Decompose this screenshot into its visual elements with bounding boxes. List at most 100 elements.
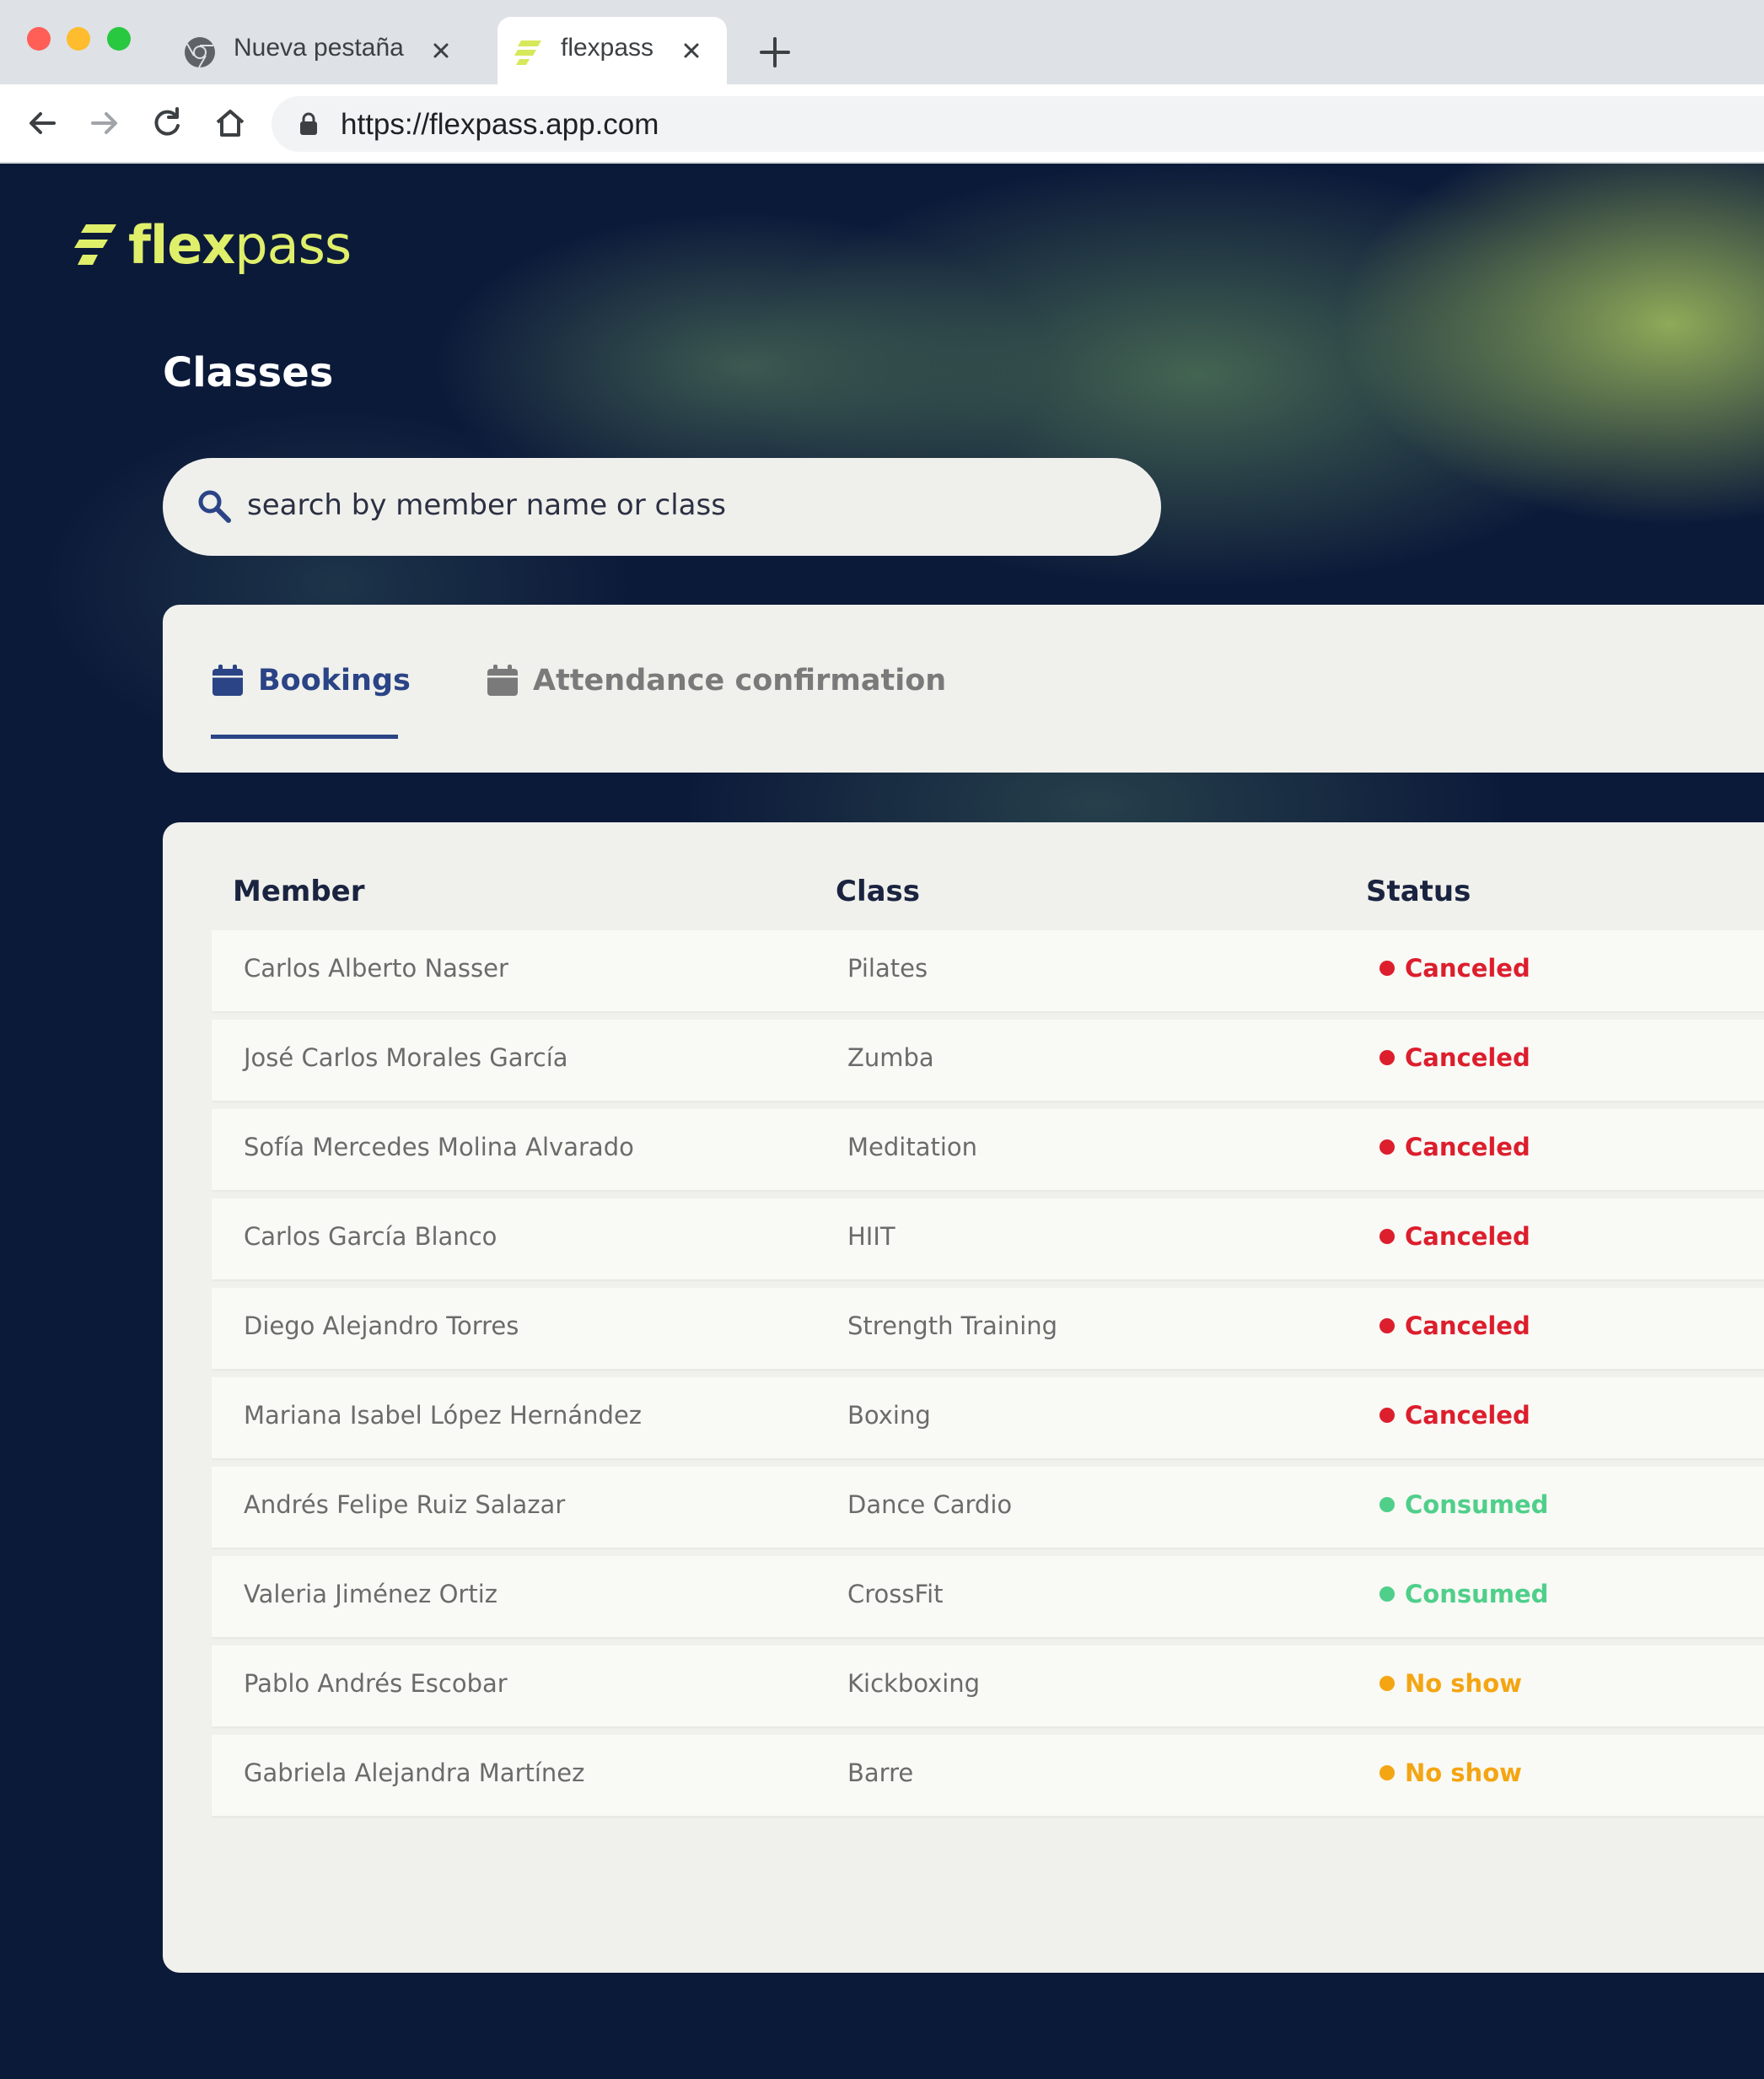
- class-name: Meditation: [847, 1133, 978, 1161]
- status-dot-icon: [1379, 1586, 1395, 1602]
- status-dot-icon: [1379, 1765, 1395, 1780]
- column-header-class[interactable]: Class: [836, 875, 920, 908]
- status-label: Canceled: [1405, 1401, 1530, 1430]
- tab-label: Bookings: [258, 664, 411, 697]
- column-header-member[interactable]: Member: [233, 875, 365, 908]
- address-bar[interactable]: https://flexpass.app.com: [272, 96, 1764, 152]
- browser-tab-new-tab[interactable]: Nueva pestaña: [164, 17, 464, 84]
- maximize-window-button[interactable]: [107, 27, 131, 51]
- status-dot-icon: [1379, 1229, 1395, 1244]
- status-badge: No show: [1379, 1669, 1522, 1698]
- logo-word-regular: pass: [234, 214, 352, 276]
- search-placeholder: search by member name or class: [247, 488, 726, 522]
- column-header-status[interactable]: Status: [1366, 875, 1471, 908]
- tab-attendance-confirmation[interactable]: Attendance confirmation: [486, 655, 946, 706]
- status-badge: Canceled: [1379, 1133, 1530, 1161]
- calendar-icon: [212, 665, 243, 696]
- table-row[interactable]: Andrés Felipe Ruiz Salazar Dance Cardio Co…: [212, 1467, 1764, 1548]
- member-name: Carlos Alberto Nasser: [244, 954, 508, 983]
- forward-arrow-icon[interactable]: [84, 103, 125, 143]
- back-arrow-icon[interactable]: [22, 103, 62, 143]
- status-badge: Canceled: [1379, 1401, 1530, 1430]
- member-name: Valeria Jiménez Ortiz: [244, 1580, 497, 1608]
- status-label: Canceled: [1405, 1133, 1530, 1161]
- url-text: https://flexpass.app.com: [341, 108, 659, 141]
- table-row[interactable]: Gabriela Alejandra Martínez Barre No show: [212, 1735, 1764, 1816]
- member-name: Pablo Andrés Escobar: [244, 1669, 508, 1698]
- browser-tab-flexpass[interactable]: flexpass: [497, 17, 727, 84]
- member-name: Carlos García Blanco: [244, 1222, 497, 1251]
- page-title: Classes: [163, 349, 334, 396]
- class-name: Barre: [847, 1759, 914, 1787]
- logo-word-bold: flex: [128, 214, 235, 276]
- member-name: José Carlos Morales García: [244, 1043, 568, 1072]
- class-name: CrossFit: [847, 1580, 944, 1608]
- flexpass-logo-icon: [74, 224, 116, 265]
- close-window-button[interactable]: [27, 27, 51, 51]
- tab-title: flexpass: [561, 34, 654, 62]
- status-badge: No show: [1379, 1759, 1522, 1787]
- table-body: Carlos Alberto Nasser Pilates Canceled José…: [212, 930, 1764, 1824]
- chrome-icon: [185, 37, 215, 68]
- status-label: No show: [1405, 1759, 1522, 1787]
- status-label: Canceled: [1405, 1222, 1530, 1251]
- browser-tab-bar: Nueva pestaña flexpass: [0, 0, 1764, 84]
- tab-label: Attendance confirmation: [533, 664, 947, 697]
- status-label: No show: [1405, 1669, 1522, 1698]
- status-badge: Canceled: [1379, 954, 1530, 983]
- table-row[interactable]: José Carlos Morales García Zumba Canceled: [212, 1020, 1764, 1101]
- class-name: Kickboxing: [847, 1669, 981, 1698]
- status-label: Consumed: [1405, 1490, 1549, 1519]
- status-dot-icon: [1379, 1050, 1395, 1065]
- status-label: Canceled: [1405, 954, 1530, 983]
- class-name: HIIT: [847, 1222, 895, 1251]
- member-name: Mariana Isabel López Hernández: [244, 1401, 643, 1430]
- tab-bookings[interactable]: Bookings: [211, 655, 411, 706]
- status-dot-icon: [1379, 1676, 1395, 1691]
- flexpass-logo[interactable]: flexpass: [74, 216, 352, 275]
- status-badge: Consumed: [1379, 1490, 1548, 1519]
- table-row[interactable]: Carlos García Blanco HIIT Canceled: [212, 1198, 1764, 1279]
- table-row[interactable]: Carlos Alberto Nasser Pilates Canceled: [212, 930, 1764, 1011]
- status-dot-icon: [1379, 1318, 1395, 1333]
- home-icon[interactable]: [210, 103, 250, 143]
- flexpass-favicon-icon: [514, 40, 541, 65]
- member-name: Andrés Felipe Ruiz Salazar: [244, 1490, 566, 1519]
- logo-wordmark: flexpass: [128, 219, 352, 272]
- table-row[interactable]: Sofía Mercedes Molina Alvarado Meditation…: [212, 1109, 1764, 1190]
- status-badge: Canceled: [1379, 1311, 1530, 1340]
- table-row[interactable]: Diego Alejandro Torres Strength Training C…: [212, 1288, 1764, 1369]
- search-icon: [198, 490, 231, 523]
- search-input[interactable]: search by member name or class: [163, 458, 1161, 556]
- lock-icon: [300, 112, 317, 135]
- table-row[interactable]: Valeria Jiménez Ortiz CrossFit Consumed: [212, 1556, 1764, 1637]
- status-dot-icon: [1379, 1139, 1395, 1155]
- new-tab-plus-icon[interactable]: [755, 32, 795, 73]
- active-tab-indicator: [211, 735, 398, 739]
- member-name: Diego Alejandro Torres: [244, 1311, 519, 1340]
- close-tab-icon[interactable]: [426, 35, 456, 66]
- status-label: Canceled: [1405, 1043, 1530, 1072]
- class-name: Pilates: [847, 954, 928, 983]
- status-dot-icon: [1379, 961, 1395, 976]
- tab-title: Nueva pestaña: [234, 34, 404, 62]
- class-name: Dance Cardio: [847, 1490, 1013, 1519]
- status-badge: Consumed: [1379, 1580, 1548, 1608]
- status-badge: Canceled: [1379, 1043, 1530, 1072]
- minimize-window-button[interactable]: [67, 27, 90, 51]
- page-content: flexpass Classes search by member name o…: [0, 164, 1764, 2079]
- status-dot-icon: [1379, 1497, 1395, 1512]
- member-name: Sofía Mercedes Molina Alvarado: [244, 1133, 634, 1161]
- status-dot-icon: [1379, 1408, 1395, 1423]
- table-row[interactable]: Pablo Andrés Escobar Kickboxing No show: [212, 1645, 1764, 1726]
- status-badge: Canceled: [1379, 1222, 1530, 1251]
- table-row[interactable]: Mariana Isabel López Hernández Boxing Canc…: [212, 1377, 1764, 1458]
- bookings-table: Member Class Status Carlos Alberto Nasse…: [163, 822, 1764, 1973]
- member-name: Gabriela Alejandra Martínez: [244, 1759, 585, 1787]
- class-name: Strength Training: [847, 1311, 1058, 1340]
- status-label: Canceled: [1405, 1311, 1530, 1340]
- status-label: Consumed: [1405, 1580, 1549, 1608]
- browser-toolbar: https://flexpass.app.com: [0, 84, 1764, 164]
- reload-icon[interactable]: [147, 103, 187, 143]
- close-tab-icon[interactable]: [676, 35, 707, 66]
